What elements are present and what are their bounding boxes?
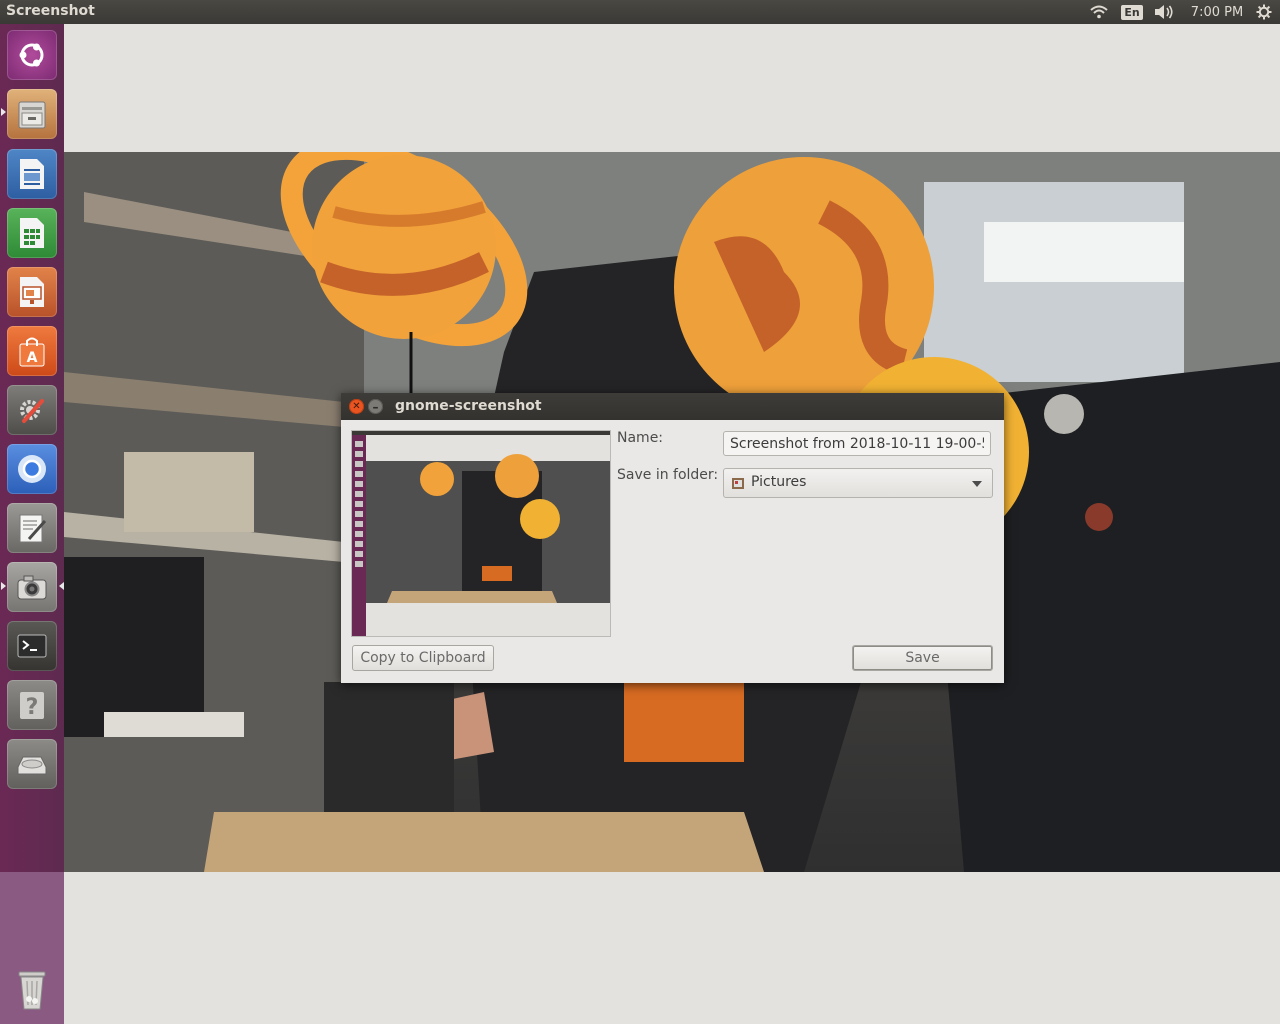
filename-input[interactable] [723,431,991,456]
close-button[interactable]: ✕ [349,399,364,414]
launcher-item-calc[interactable] [7,208,57,258]
pictures-folder-icon [732,478,744,489]
launcher-item-dash-home[interactable] [7,30,57,80]
launcher-item-terminal[interactable] [7,621,57,671]
save-button[interactable]: Save [852,645,993,671]
launcher-item-screenshot[interactable] [7,562,57,612]
libreoffice-writer-icon [20,159,44,189]
hard-drive-icon [17,756,47,775]
shopping-bag-icon: A [19,337,45,367]
camera-icon [17,575,47,600]
save-folder-value: Pictures [751,474,807,490]
launcher-item-impress[interactable] [7,267,57,317]
terminal-icon [17,634,47,658]
libreoffice-impress-icon [20,277,44,307]
launcher-item-drive[interactable] [7,739,57,789]
launcher-item-software-center[interactable]: A [7,326,57,376]
file-cabinet-icon [18,101,46,129]
save-folder-select[interactable]: Pictures [723,468,993,498]
dialog-titlebar[interactable]: ✕ – gnome-screenshot [341,393,1004,420]
preview-thumbnail [352,431,610,636]
trash-icon [18,971,46,1010]
name-label: Name: [617,430,664,446]
close-icon: ✕ [352,401,361,412]
active-app-title: Screenshot [6,3,95,19]
text-editor-icon [19,514,47,543]
screenshot-preview [351,430,611,637]
clock-time: 7:00 PM [1190,4,1244,20]
clock[interactable]: 7:00 PM [1186,0,1248,24]
launcher-item-help[interactable]: ? [7,680,57,730]
launcher-item-text-editor[interactable] [7,503,57,553]
unity-launcher: A ? [0,24,64,1024]
svg-text:?: ? [26,695,39,720]
save-folder-label: Save in folder: [617,467,719,483]
session-gear-icon[interactable] [1252,0,1276,24]
minimize-icon: – [372,399,379,414]
copy-to-clipboard-button[interactable]: Copy to Clipboard [352,645,494,671]
svg-text:A: A [27,350,38,366]
gear-wrench-icon [20,399,44,423]
top-panel: Screenshot En 7:00 PM [0,0,1280,24]
dialog-title: gnome-screenshot [395,398,542,414]
keyboard-layout-label: En [1121,4,1143,20]
chevron-down-icon [972,481,982,487]
minimize-button[interactable]: – [368,399,383,414]
launcher-item-system-settings[interactable] [7,385,57,435]
wifi-icon[interactable] [1088,0,1110,24]
launcher-item-chromium[interactable] [7,444,57,494]
question-mark-icon: ? [20,692,44,720]
ubuntu-logo-icon [19,43,44,67]
running-indicator [1,582,6,590]
keyboard-layout-indicator[interactable]: En [1121,0,1143,24]
save-screenshot-dialog: ✕ – gnome-screenshot Name: Save in folde… [341,393,1004,683]
running-indicator [1,108,6,116]
launcher-item-files[interactable] [7,89,57,139]
launcher-item-trash[interactable] [7,964,57,1014]
libreoffice-calc-icon [20,218,44,248]
launcher-item-writer[interactable] [7,149,57,199]
volume-icon[interactable] [1152,0,1176,24]
chromium-icon [18,455,46,483]
